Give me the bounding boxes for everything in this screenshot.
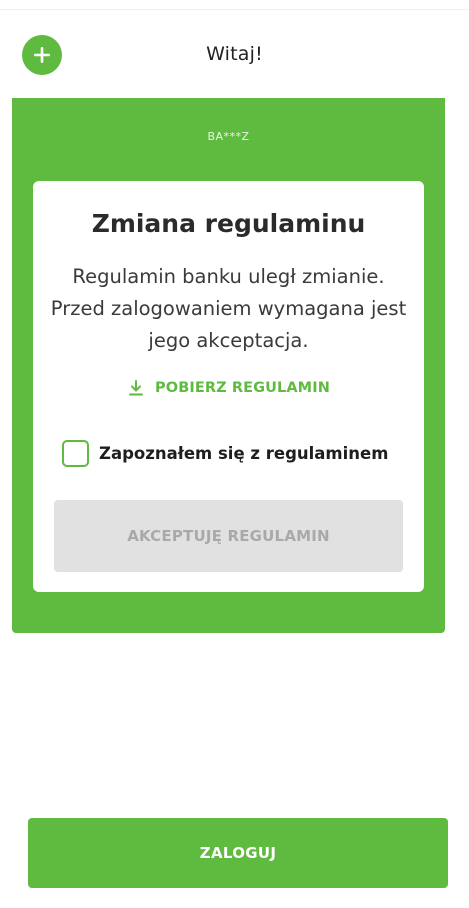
account-panel: BA***Z Zmiana regulaminu Regulamin banku… <box>12 98 445 633</box>
accept-terms-button[interactable]: AKCEPTUJĘ REGULAMIN <box>54 500 403 572</box>
terms-change-card: Zmiana regulaminu Regulamin banku uległ … <box>33 181 424 592</box>
consent-checkbox[interactable] <box>62 439 89 467</box>
consent-label: Zapoznałem się z regulaminem <box>99 443 389 463</box>
login-button-label: ZALOGUJ <box>199 844 277 862</box>
accept-terms-label: AKCEPTUJĘ REGULAMIN <box>127 527 330 545</box>
header: Witaj! <box>0 30 469 82</box>
page-title: Witaj! <box>206 43 263 65</box>
card-message: Regulamin banku uległ zmianie. Przed zal… <box>50 265 407 352</box>
download-icon <box>127 379 145 397</box>
top-divider <box>0 9 469 10</box>
login-screen: Witaj! BA***Z Zmiana regulaminu Regulami… <box>0 0 469 908</box>
consent-row[interactable]: Zapoznałem się z regulaminem <box>62 437 388 469</box>
download-terms-link[interactable]: POBIERZ REGULAMIN <box>33 379 424 397</box>
download-terms-label: POBIERZ REGULAMIN <box>155 380 330 396</box>
user-code: BA***Z <box>207 130 250 143</box>
card-title: Zmiana regulaminu <box>91 209 366 238</box>
login-button[interactable]: ZALOGUJ <box>28 818 448 888</box>
